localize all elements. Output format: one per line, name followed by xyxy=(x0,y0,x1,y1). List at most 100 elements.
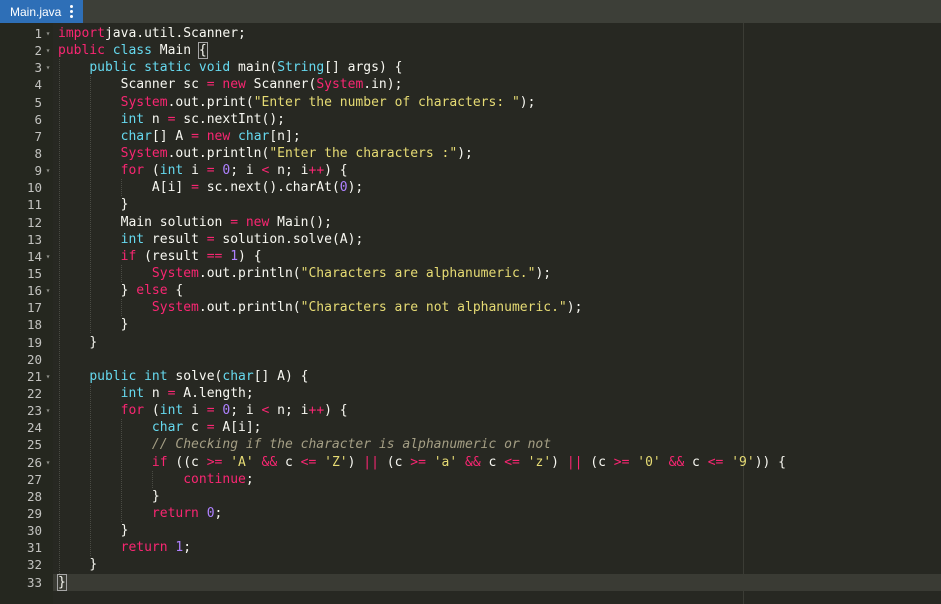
line-number: 30 xyxy=(26,523,42,539)
fold-arrow-icon[interactable]: ▾ xyxy=(44,402,52,419)
code-line[interactable]: 24 char c = A[i]; xyxy=(0,419,941,436)
code-token: ++ xyxy=(308,403,325,419)
code-token: System xyxy=(120,145,168,161)
code-token: A[i] xyxy=(151,180,192,196)
code-token: char xyxy=(222,368,254,384)
line-source: int n = sc.nextInt(); xyxy=(58,111,285,128)
code-line[interactable]: 1 ▾ importjava.util.Scanner; xyxy=(0,25,941,42)
line-number: 10 xyxy=(26,180,42,196)
code-token: '0' xyxy=(637,454,661,470)
code-token: System xyxy=(151,300,199,316)
line-number: 21 xyxy=(26,368,42,384)
code-token: >= xyxy=(613,454,630,470)
code-token: <= xyxy=(300,454,317,470)
code-token: } xyxy=(89,334,98,350)
code-token: 'Z' xyxy=(324,454,348,470)
fold-arrow-icon[interactable]: ▾ xyxy=(44,162,52,179)
code-token: } xyxy=(120,317,129,333)
code-line[interactable]: 32 } xyxy=(0,556,941,573)
line-source: importjava.util.Scanner; xyxy=(58,25,246,42)
code-line[interactable]: 15 System.out.println("Characters are al… xyxy=(0,265,941,282)
code-line[interactable]: 6 int n = sc.nextInt(); xyxy=(0,111,941,128)
code-token: { xyxy=(197,42,208,60)
code-line[interactable]: 31 return 1; xyxy=(0,539,941,556)
code-line[interactable]: 8 System.out.println("Enter the characte… xyxy=(0,145,941,162)
code-token: } xyxy=(120,523,129,539)
code-token: ( xyxy=(144,163,160,179)
code-token: } xyxy=(120,197,129,213)
code-line[interactable]: 5 System.out.print("Enter the number of … xyxy=(0,94,941,111)
fold-arrow-icon[interactable]: ▾ xyxy=(44,42,52,59)
line-source: System.out.println("Characters are alpha… xyxy=(58,265,551,282)
code-line[interactable]: 18 } xyxy=(0,316,941,333)
code-line[interactable]: 29 return 0; xyxy=(0,505,941,522)
code-line[interactable]: 11 } xyxy=(0,196,941,213)
code-line[interactable]: 2 ▾ public class Main { xyxy=(0,42,941,60)
code-line[interactable]: 9 ▾ for (int i = 0; i < n; i++) { xyxy=(0,162,941,179)
code-line[interactable]: 28 } xyxy=(0,488,941,505)
code-line[interactable]: 7 char[] A = new char[n]; xyxy=(0,128,941,145)
code-token: char xyxy=(151,420,184,436)
code-token: int xyxy=(159,163,184,179)
code-line[interactable]: 16 ▾ } else { xyxy=(0,282,941,299)
code-token: for xyxy=(120,403,145,419)
code-token: (c xyxy=(582,454,614,470)
code-token: 1 xyxy=(230,248,239,264)
code-line[interactable]: 17 System.out.println("Characters are no… xyxy=(0,299,941,316)
code-token: Main solution xyxy=(120,214,231,230)
code-line[interactable]: 30 } xyxy=(0,522,941,539)
line-source: int n = A.length; xyxy=(58,385,254,402)
line-number: 33 xyxy=(26,574,42,590)
code-token: || xyxy=(363,454,379,470)
code-token: ; i xyxy=(230,163,262,179)
code-token: java.util.Scanner; xyxy=(104,26,246,41)
code-token: && xyxy=(668,454,685,470)
code-line[interactable]: 33} xyxy=(0,573,941,591)
code-line[interactable]: 3 ▾ public static void main(String[] args… xyxy=(0,59,941,76)
fold-arrow-icon[interactable]: ▾ xyxy=(44,59,52,76)
line-number: 19 xyxy=(26,334,42,350)
fold-arrow-icon[interactable]: ▾ xyxy=(44,282,52,299)
code-line[interactable]: 13 int result = solution.solve(A); xyxy=(0,231,941,248)
code-line[interactable]: 14 ▾ if (result == 1) { xyxy=(0,248,941,265)
code-line[interactable]: 27 continue; xyxy=(0,471,941,488)
code-token: static xyxy=(144,60,192,76)
vertical-ellipsis-icon[interactable] xyxy=(67,4,75,20)
code-line[interactable]: 25 // Checking if the character is alpha… xyxy=(0,436,941,453)
tab-main-java[interactable]: Main.java xyxy=(0,0,83,23)
code-token: "Enter the characters :" xyxy=(269,145,458,161)
code-line[interactable]: 22 int n = A.length; xyxy=(0,385,941,402)
code-line[interactable]: 19 } xyxy=(0,334,941,351)
code-token: n; i xyxy=(269,163,309,179)
line-source: public class Main { xyxy=(58,42,208,60)
line-source: char[] A = new char[n]; xyxy=(58,128,301,145)
code-token: <= xyxy=(707,454,724,470)
fold-arrow-icon[interactable]: ▾ xyxy=(44,25,52,42)
code-line[interactable]: 20 xyxy=(0,351,941,368)
code-line[interactable]: 26 ▾ if ((c >= 'A' && c <= 'Z') || (c >= … xyxy=(0,454,941,471)
fold-arrow-icon[interactable]: ▾ xyxy=(44,368,52,385)
code-line[interactable]: 21 ▾ public int solve(char[] A) { xyxy=(0,368,941,385)
fold-arrow-icon[interactable]: ▾ xyxy=(44,248,52,265)
line-number: 16 xyxy=(26,283,42,299)
code-token: sc.nextInt(); xyxy=(175,111,285,127)
code-token: ); xyxy=(535,265,552,281)
code-token: main( xyxy=(230,60,278,76)
code-token: char xyxy=(238,128,270,144)
code-token: } xyxy=(120,283,137,299)
code-line[interactable]: 10 A[i] = sc.next().charAt(0); xyxy=(0,179,941,196)
code-token: = xyxy=(191,128,199,144)
code-line[interactable]: 4 Scanner sc = new Scanner(System.in); xyxy=(0,76,941,93)
code-line[interactable]: 23 ▾ for (int i = 0; i < n; i++) { xyxy=(0,402,941,419)
line-source: if (result == 1) { xyxy=(58,248,262,265)
fold-arrow-icon[interactable]: ▾ xyxy=(44,454,52,471)
code-editor[interactable]: 1 ▾ importjava.util.Scanner; 2 ▾ public class… xyxy=(0,23,941,604)
code-token: Scanner( xyxy=(245,77,317,93)
code-line[interactable]: 12 Main solution = new Main(); xyxy=(0,214,941,231)
code-token: return xyxy=(120,540,168,556)
line-source: } xyxy=(58,488,160,505)
code-token: void xyxy=(198,60,231,76)
